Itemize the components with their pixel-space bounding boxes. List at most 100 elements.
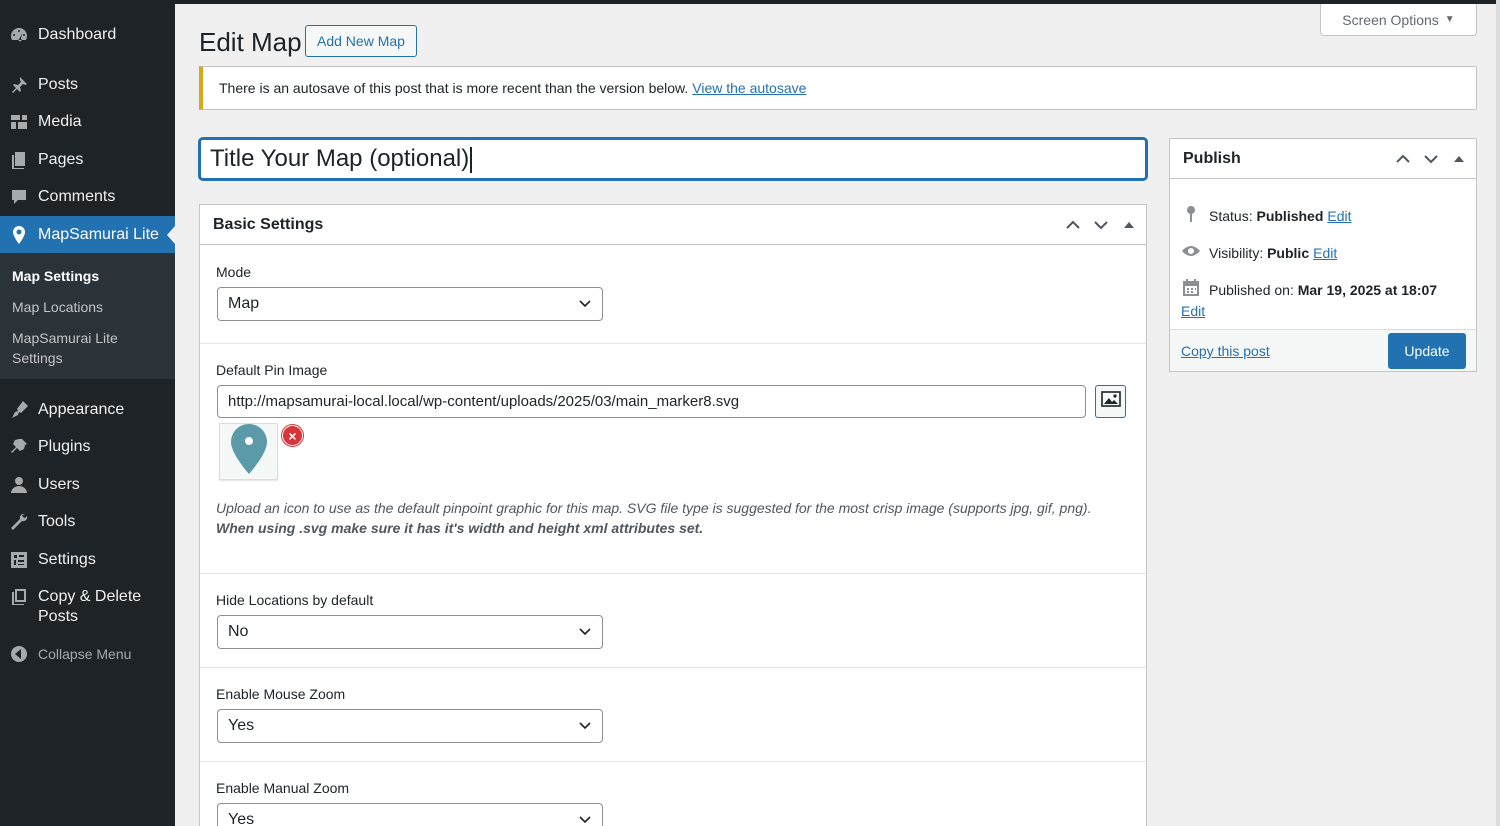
collapse-menu-button[interactable]: Collapse Menu: [0, 644, 175, 664]
media-icon: [0, 112, 38, 132]
visibility-label: Visibility:: [1209, 244, 1264, 261]
location-icon: [0, 225, 38, 245]
collapse-menu-label: Collapse Menu: [38, 646, 132, 662]
pin-image-url-input[interactable]: http://mapsamurai-local.local/wp-content…: [217, 385, 1086, 418]
move-up-icon[interactable]: [1062, 215, 1084, 235]
status-label: Status:: [1209, 207, 1253, 224]
sidebar-item-label: Copy & Delete Posts: [38, 588, 142, 625]
submenu-item-map-locations[interactable]: Map Locations: [12, 297, 167, 317]
manual-zoom-row: Enable Manual Zoom Yes: [200, 762, 1146, 826]
basic-settings-header: Basic Settings: [200, 205, 1146, 245]
sidebar-item-label: Dashboard: [38, 26, 117, 43]
basic-settings-box: Basic Settings Mode Map Default Pin Imag…: [199, 204, 1147, 826]
sidebar-item-plugins[interactable]: Plugins: [0, 437, 175, 457]
sidebar-item-label: Tools: [38, 513, 76, 530]
image-icon: [1100, 391, 1121, 412]
pin-desc-text: Upload an icon to use as the default pin…: [216, 500, 1092, 516]
publish-box: Publish Status: Published Edit Visibilit…: [1169, 138, 1477, 372]
edit-status-link[interactable]: Edit: [1327, 208, 1351, 224]
select-image-button[interactable]: [1095, 385, 1126, 418]
screen-options-button[interactable]: Screen Options ▼: [1320, 4, 1477, 36]
pages-icon: [0, 150, 38, 170]
basic-settings-title: Basic Settings: [213, 215, 324, 233]
sidebar-item-settings[interactable]: Settings: [0, 550, 175, 570]
map-marker-icon: [230, 423, 268, 480]
manual-zoom-label: Enable Manual Zoom: [216, 780, 350, 796]
pin-image-description: Upload an icon to use as the default pin…: [216, 498, 1131, 538]
copy-this-post-link[interactable]: Copy this post: [1181, 343, 1270, 359]
add-new-map-button[interactable]: Add New Map: [305, 25, 417, 57]
submenu-item-mapsamurai-settings[interactable]: MapSamurai Lite Settings: [12, 328, 167, 368]
submenu-item-map-settings[interactable]: Map Settings: [12, 266, 167, 286]
mode-select[interactable]: Map: [217, 287, 603, 321]
sidebar-submenu: Map Settings Map Locations MapSamurai Li…: [0, 253, 175, 379]
chevron-down-icon: [578, 804, 592, 826]
mouse-zoom-value: Yes: [228, 717, 255, 734]
pin-image-url-value: http://mapsamurai-local.local/wp-content…: [228, 393, 740, 410]
screen-options-label: Screen Options: [1342, 11, 1439, 28]
pin-image-preview: [219, 423, 278, 480]
text-caret: [470, 146, 472, 173]
sidebar-item-label: Media: [38, 113, 82, 130]
published-on-label: Published on:: [1209, 281, 1294, 298]
sidebar-item-dashboard[interactable]: Dashboard: [0, 25, 175, 45]
default-pin-row: Default Pin Image http://mapsamurai-loca…: [200, 344, 1146, 574]
users-icon: [0, 475, 38, 495]
toggle-panel-icon[interactable]: [1118, 215, 1140, 235]
tools-icon: [0, 512, 38, 532]
sidebar-item-label: MapSamurai Lite: [38, 225, 159, 243]
eye-icon: [1181, 241, 1209, 264]
mode-row: Mode Map: [200, 246, 1146, 344]
published-on-row: Published on: Mar 19, 2025 at 18:07: [1181, 278, 1471, 301]
copy-icon: [0, 587, 38, 607]
notice-text: There is an autosave of this post that i…: [219, 80, 689, 96]
sidebar-item-label: Users: [38, 476, 80, 493]
calendar-icon: [1181, 278, 1209, 301]
update-button[interactable]: Update: [1388, 333, 1466, 369]
sidebar-item-comments[interactable]: Comments: [0, 187, 175, 207]
sidebar-item-label: Pages: [38, 151, 84, 168]
sidebar-item-label: Comments: [38, 188, 116, 205]
move-down-icon[interactable]: [1420, 149, 1442, 169]
pin-desc-bold: When using .svg make sure it has it's wi…: [216, 520, 704, 536]
mouse-zoom-select[interactable]: Yes: [217, 709, 603, 743]
publish-header: Publish: [1170, 139, 1476, 179]
sidebar-item-pages[interactable]: Pages: [0, 150, 175, 170]
published-on-value: Mar 19, 2025 at 18:07: [1297, 281, 1438, 298]
hide-locations-label: Hide Locations by default: [216, 592, 374, 608]
title-input-value: Title Your Map (optional): [210, 145, 470, 172]
window-edge: [1496, 0, 1500, 826]
sidebar-item-mapsamurai[interactable]: MapSamurai Lite: [0, 216, 175, 253]
appearance-icon: [0, 400, 38, 420]
sidebar-item-tools[interactable]: Tools: [0, 512, 175, 532]
edit-visibility-link[interactable]: Edit: [1313, 245, 1337, 261]
sidebar-item-posts[interactable]: Posts: [0, 75, 175, 95]
autosave-notice: There is an autosave of this post that i…: [199, 66, 1477, 110]
publish-actions: Copy this post Update: [1170, 329, 1476, 371]
dashboard-icon: [0, 25, 38, 45]
sidebar-item-media[interactable]: Media: [0, 112, 175, 132]
admin-top-bar: [175, 0, 1500, 4]
map-title-input[interactable]: Title Your Map (optional): [199, 138, 1147, 180]
remove-image-icon[interactable]: ×: [282, 425, 303, 446]
manual-zoom-select[interactable]: Yes: [217, 803, 603, 826]
hide-locations-row: Hide Locations by default No: [200, 574, 1146, 668]
sidebar-item-users[interactable]: Users: [0, 475, 175, 495]
pin-status-icon: [1181, 204, 1209, 227]
default-pin-label: Default Pin Image: [216, 362, 328, 378]
sidebar-item-appearance[interactable]: Appearance: [0, 400, 175, 420]
mode-label: Mode: [216, 264, 252, 280]
move-down-icon[interactable]: [1090, 215, 1112, 235]
move-up-icon[interactable]: [1392, 149, 1414, 169]
toggle-panel-icon[interactable]: [1448, 149, 1470, 169]
sidebar-item-label: Appearance: [38, 401, 125, 418]
edit-date-link[interactable]: Edit: [1181, 303, 1205, 319]
collapse-icon: [0, 644, 38, 664]
visibility-value: Public: [1267, 244, 1310, 261]
view-autosave-link[interactable]: View the autosave: [692, 80, 806, 96]
hide-locations-select[interactable]: No: [217, 615, 603, 649]
sidebar-item-copy-delete-posts[interactable]: Copy & Delete Posts: [0, 587, 175, 627]
active-menu-arrow: [167, 226, 175, 244]
hide-locations-value: No: [228, 623, 249, 640]
chevron-down-icon: [578, 710, 592, 742]
